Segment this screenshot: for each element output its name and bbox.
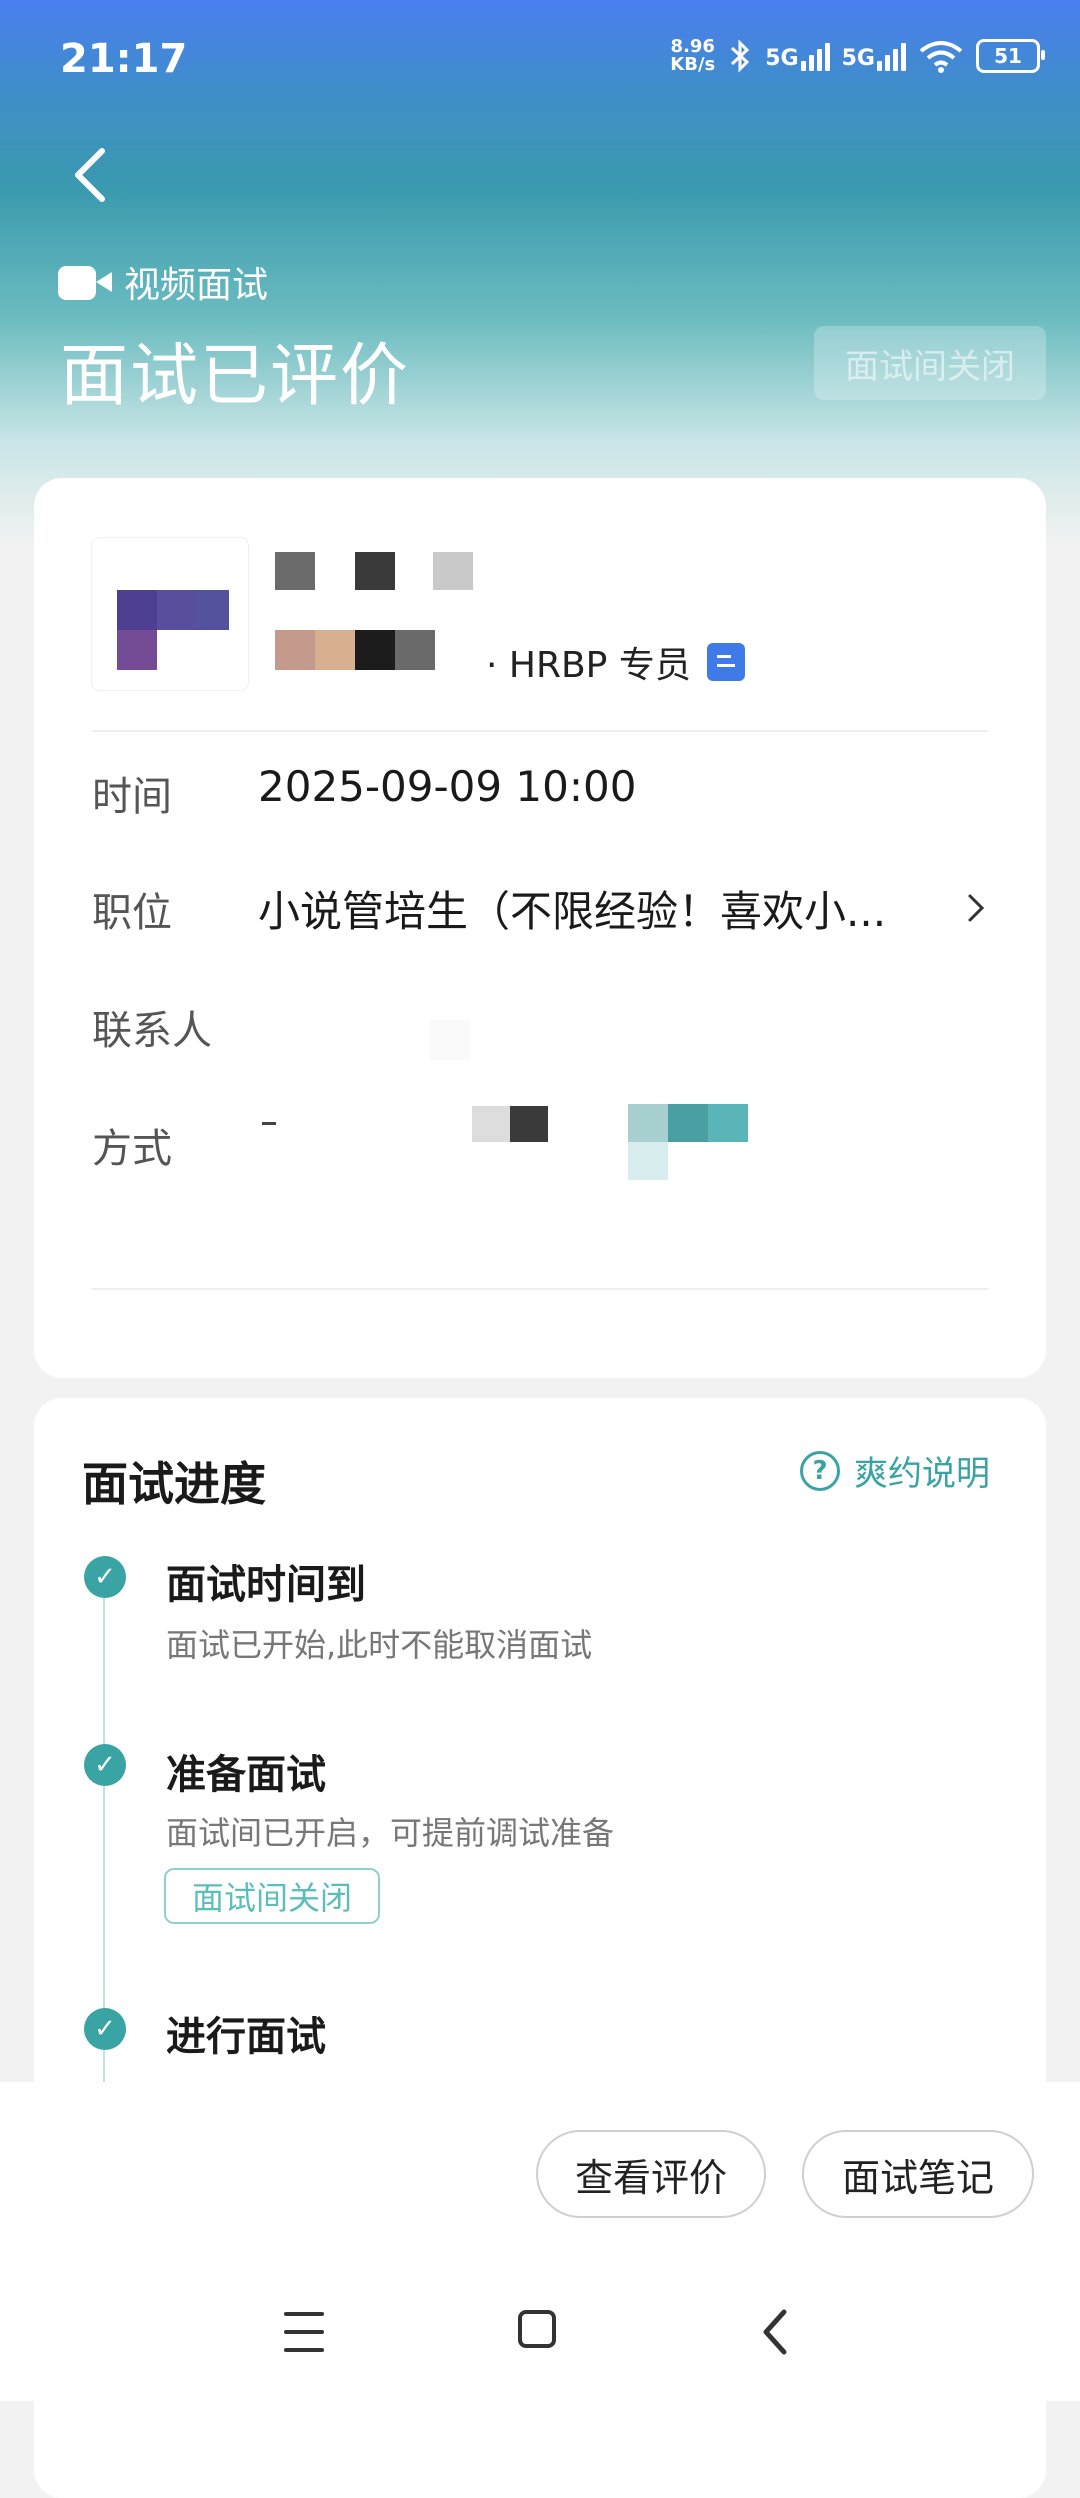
room-closed-tag: 面试间关闭 — [164, 1868, 380, 1924]
method-value-redacted — [258, 1100, 758, 1190]
battery-icon: 51 — [976, 39, 1045, 73]
step-description: 面试已开始,此时不能取消面试 — [166, 1626, 593, 1664]
position-label: 职位 — [92, 890, 172, 936]
step-title: 准备面试 — [166, 1752, 326, 1798]
status-icons: 8.96 KB/s 5G 5G 51 — [670, 36, 1045, 75]
help-icon: ? — [800, 1450, 840, 1491]
interviewer-avatar — [92, 538, 248, 690]
divider — [92, 730, 988, 732]
home-icon[interactable] — [518, 2310, 556, 2348]
contact-label: 联系人 — [92, 1008, 212, 1054]
progress-title: 面试进度 — [82, 1457, 266, 1511]
step-description: 面试间已开启，可提前调试准备 — [166, 1814, 615, 1852]
divider — [92, 1288, 988, 1290]
step-title: 面试时间到 — [166, 1562, 366, 1608]
time-value: 2025-09-09 10:00 — [258, 762, 637, 811]
interview-notes-button[interactable]: 面试笔记 — [802, 2130, 1034, 2218]
room-closed-button[interactable]: 面试间关闭 — [814, 326, 1046, 400]
interviewer-name-redacted — [275, 550, 485, 590]
contact-value-redacted — [430, 1020, 470, 1060]
profile-badge-icon — [706, 643, 745, 681]
clock: 21:17 — [60, 36, 188, 82]
page-title: 面试已评价 — [60, 337, 411, 416]
interview-type: 视频面试 — [58, 256, 268, 308]
no-show-help-link[interactable]: ? 爽约说明 — [800, 1446, 990, 1495]
wifi-icon — [919, 41, 963, 73]
chevron-right-icon[interactable] — [966, 888, 988, 928]
method-label: 方式 — [92, 1126, 172, 1172]
check-icon: ✓ — [84, 1744, 126, 1786]
check-icon: ✓ — [84, 2008, 126, 2050]
cellular-signal-1: 5G — [765, 41, 830, 71]
system-nav-bar — [0, 2290, 1080, 2380]
time-label: 时间 — [92, 774, 172, 820]
network-speed: 8.96 KB/s — [670, 36, 716, 75]
company-name-redacted — [275, 630, 435, 670]
interviewer-role: · HRBP 专员 — [486, 636, 745, 688]
view-evaluation-button[interactable]: 查看评价 — [536, 2130, 766, 2218]
position-value[interactable]: 小说管培生（不限经验！喜欢小... — [258, 878, 886, 939]
menu-icon[interactable] — [284, 2312, 324, 2352]
back-arrow-icon[interactable] — [66, 145, 116, 205]
step-title: 进行面试 — [166, 2014, 326, 2060]
video-camera-icon — [58, 262, 112, 302]
cellular-signal-2: 5G — [842, 41, 906, 71]
back-icon[interactable] — [756, 2304, 796, 2360]
check-icon: ✓ — [84, 1556, 126, 1598]
status-bar: 21:17 8.96 KB/s 5G 5G 51 — [0, 0, 1080, 120]
bluetooth-icon — [731, 39, 750, 73]
